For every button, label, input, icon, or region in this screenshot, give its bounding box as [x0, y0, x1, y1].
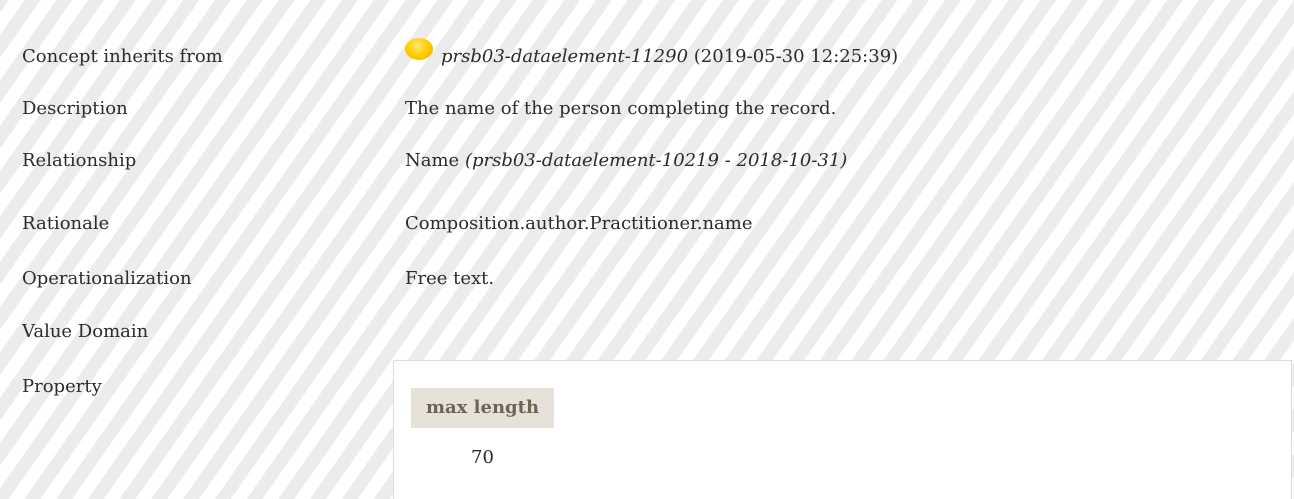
concept-inherits-row: Concept inherits from prsb03-dataelement… [0, 38, 1294, 72]
relationship-label: Relationship [22, 150, 137, 171]
rationale-label: Rationale [22, 213, 110, 234]
max-length-value: 70 [471, 447, 494, 468]
operationalization-row: Operationalization Free text. [0, 264, 1294, 294]
relationship-row: Relationship Name (prsb03-dataelement-10… [0, 146, 1294, 176]
rationale-row: Rationale Composition.author.Practitione… [0, 209, 1294, 239]
description-label: Description [22, 98, 128, 119]
operationalization-value: Free text. [405, 268, 495, 289]
value-domain-label: Value Domain [22, 321, 149, 342]
relationship-name: Name [405, 150, 460, 171]
rationale-value: Composition.author.Practitioner.name [405, 213, 753, 234]
max-length-header: max length [411, 388, 554, 428]
property-label: Property [22, 376, 102, 397]
property-table: max length 70 [393, 360, 1292, 499]
concept-inherits-label: Concept inherits from [22, 46, 223, 67]
relationship-ref-link[interactable]: (prsb03-dataelement-10219 - 2018-10-31) [465, 150, 847, 171]
description-row: Description The name of the person compl… [0, 94, 1294, 124]
concept-inherits-value: prsb03-dataelement-11290 (2019-05-30 12:… [405, 38, 899, 72]
inherited-concept-link[interactable]: prsb03-dataelement-11290 [441, 46, 688, 67]
value-domain-row: Value Domain [0, 317, 1294, 347]
inherited-concept-date: (2019-05-30 12:25:39) [693, 46, 899, 67]
status-circle-icon [405, 38, 433, 60]
relationship-value: Name (prsb03-dataelement-10219 - 2018-10… [405, 146, 847, 176]
operationalization-label: Operationalization [22, 268, 192, 289]
description-value: The name of the person completing the re… [405, 98, 837, 119]
